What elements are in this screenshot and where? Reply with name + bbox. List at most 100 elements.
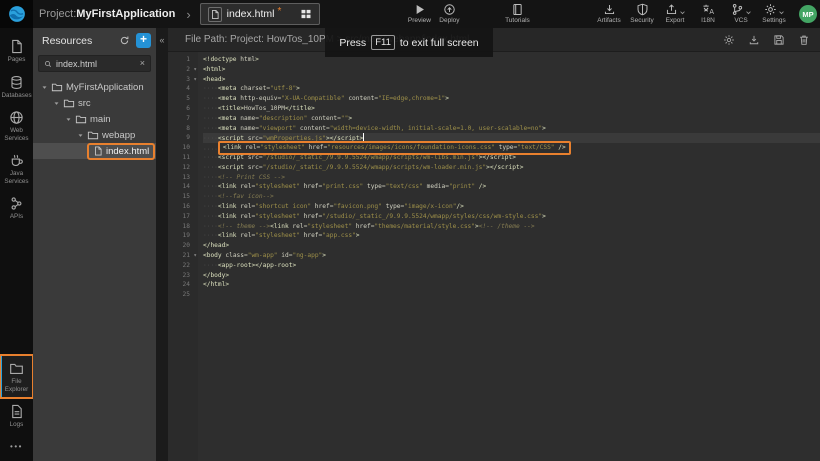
tutorials-button[interactable]: Tutorials xyxy=(502,3,532,25)
clear-search-icon[interactable]: × xyxy=(140,59,145,68)
line-number[interactable]: 21▾ xyxy=(168,251,198,261)
add-resource-button[interactable]: + xyxy=(136,33,151,48)
code-line-16[interactable]: ····<link rel="shortcut icon" href="favi… xyxy=(203,202,820,212)
code-line-15[interactable]: ····<!--fav icon--> xyxy=(203,192,820,202)
sidebar-item-label: APIs xyxy=(2,213,32,221)
fold-caret-icon[interactable]: ▾ xyxy=(193,75,197,85)
export-button[interactable]: Export xyxy=(660,3,690,25)
code-line-12[interactable]: ····<script src="/studio/_static_/9.9.9.… xyxy=(203,163,820,173)
sidebar-item-apis[interactable]: APIs xyxy=(0,190,33,226)
code-line-14[interactable]: ····<link rel="stylesheet" href="print.c… xyxy=(203,182,820,192)
line-number[interactable]: 17 xyxy=(168,212,198,222)
sidebar-item-file-explorer[interactable]: File Explorer xyxy=(0,355,33,398)
line-number[interactable]: 15 xyxy=(168,192,198,202)
sidebar-item-pages[interactable]: Pages xyxy=(0,33,33,69)
line-number[interactable]: 25 xyxy=(168,290,198,300)
line-number[interactable]: 19 xyxy=(168,231,198,241)
line-number[interactable]: 8 xyxy=(168,124,198,134)
code-editor[interactable]: 12▾3▾456789101112131415161718192021▾2223… xyxy=(168,52,820,461)
line-number[interactable]: 23 xyxy=(168,271,198,281)
code-line-8[interactable]: ····<meta name="viewport" content="width… xyxy=(203,124,820,134)
line-number[interactable]: 13 xyxy=(168,173,198,183)
chevron-down-icon xyxy=(778,9,785,16)
code-line-3[interactable]: <head> xyxy=(203,75,820,85)
settings-button[interactable]: Settings xyxy=(759,3,789,25)
sidebar-item-logs[interactable]: Logs xyxy=(0,398,33,434)
chevron-down-icon xyxy=(679,9,686,16)
line-number[interactable]: 7 xyxy=(168,114,198,124)
tree-item-label: src xyxy=(78,98,91,109)
deploy-button[interactable]: Deploy xyxy=(434,3,464,25)
search-icon xyxy=(44,60,52,68)
preview-button[interactable]: Preview xyxy=(404,3,434,25)
line-number[interactable]: 16 xyxy=(168,202,198,212)
tab-index-html[interactable]: index.html * xyxy=(200,3,321,25)
notification-text-after: to exit full screen xyxy=(400,37,479,49)
line-number[interactable]: 6 xyxy=(168,104,198,114)
trash-icon[interactable] xyxy=(798,34,810,46)
code-content[interactable]: <!doctype html><html><head>····<meta cha… xyxy=(198,52,820,461)
code-line-23[interactable]: </body> xyxy=(203,271,820,281)
security-label: Security xyxy=(630,18,653,25)
line-number[interactable]: 11 xyxy=(168,153,198,163)
tree-item-main[interactable]: main xyxy=(33,111,156,127)
line-number[interactable]: 3▾ xyxy=(168,75,198,85)
search-input[interactable] xyxy=(56,59,136,69)
line-number[interactable]: 9 xyxy=(168,133,198,143)
code-line-5[interactable]: ····<meta http-equiv="X-UA-Compatible" c… xyxy=(203,94,820,104)
i18n-button[interactable]: AI18N xyxy=(693,3,723,25)
line-number[interactable]: 10 xyxy=(168,143,198,153)
code-line-7[interactable]: ····<meta name="description" content=""> xyxy=(203,114,820,124)
tree-item-label: MyFirstApplication xyxy=(66,82,144,93)
line-number[interactable]: 4 xyxy=(168,84,198,94)
code-line-21[interactable]: <body class="wm-app" id="ng-app"> xyxy=(203,251,820,261)
line-number[interactable]: 20 xyxy=(168,241,198,251)
sidebar-item-java-services[interactable]: Java Services xyxy=(0,147,33,190)
code-line-1[interactable]: <!doctype html> xyxy=(203,55,820,65)
code-line-4[interactable]: ····<meta charset="utf-8"> xyxy=(203,84,820,94)
collapse-panel-icon[interactable]: « xyxy=(156,28,168,45)
sidebar-item-databases[interactable]: Databases xyxy=(0,69,33,105)
sidebar-item-web-services[interactable]: Web Services xyxy=(0,104,33,147)
sidebar-more-button[interactable]: ••• xyxy=(0,434,33,461)
app-logo[interactable] xyxy=(0,0,33,28)
code-line-17[interactable]: ····<link rel="stylesheet" href="/studio… xyxy=(203,212,820,222)
fold-caret-icon[interactable]: ▾ xyxy=(193,65,197,75)
gear-icon[interactable] xyxy=(723,34,735,46)
line-number[interactable]: 2▾ xyxy=(168,65,198,75)
code-line-10[interactable]: ····<link rel="stylesheet" href="resourc… xyxy=(203,143,820,153)
artifacts-icon xyxy=(603,3,616,16)
file-path-bar: File Path: Project: HowTos_10PM > src/ma… xyxy=(168,28,820,52)
tree-item-myfirstapplication[interactable]: MyFirstApplication xyxy=(33,79,156,95)
code-line-25[interactable] xyxy=(203,290,820,300)
code-line-6[interactable]: ····<title>HowTos_10PM</title> xyxy=(203,104,820,114)
fold-caret-icon[interactable]: ▾ xyxy=(193,251,197,261)
security-button[interactable]: Security xyxy=(627,3,657,25)
line-number[interactable]: 24 xyxy=(168,280,198,290)
tree-item-webapp[interactable]: webapp xyxy=(33,127,156,143)
tree-item-src[interactable]: src xyxy=(33,95,156,111)
code-line-20[interactable]: </head> xyxy=(203,241,820,251)
user-avatar[interactable]: MP xyxy=(799,5,817,23)
line-number[interactable]: 22 xyxy=(168,261,198,271)
vcs-button[interactable]: VCS xyxy=(726,3,756,25)
save-icon[interactable] xyxy=(773,34,785,46)
line-number[interactable]: 5 xyxy=(168,94,198,104)
code-line-19[interactable]: ····<link rel="stylesheet" href="app.css… xyxy=(203,231,820,241)
code-line-13[interactable]: ····<!-- Print CSS --> xyxy=(203,173,820,183)
line-number[interactable]: 14 xyxy=(168,182,198,192)
tree-item-index-html[interactable]: index.html xyxy=(33,143,156,159)
project-name: MyFirstApplication xyxy=(76,8,175,20)
code-line-22[interactable]: ····<app-root></app-root> xyxy=(203,261,820,271)
code-line-18[interactable]: ····<!-- theme --><link rel="stylesheet"… xyxy=(203,222,820,232)
code-line-2[interactable]: <html> xyxy=(203,65,820,75)
refresh-icon[interactable] xyxy=(119,35,130,46)
line-number[interactable]: 18 xyxy=(168,222,198,232)
download-icon[interactable] xyxy=(748,34,760,46)
folder-icon xyxy=(87,129,99,141)
line-number[interactable]: 1 xyxy=(168,55,198,65)
artifacts-button[interactable]: Artifacts xyxy=(594,3,624,25)
code-line-24[interactable]: </html> xyxy=(203,280,820,290)
tab-grid-icon[interactable] xyxy=(300,8,312,20)
line-number[interactable]: 12 xyxy=(168,163,198,173)
